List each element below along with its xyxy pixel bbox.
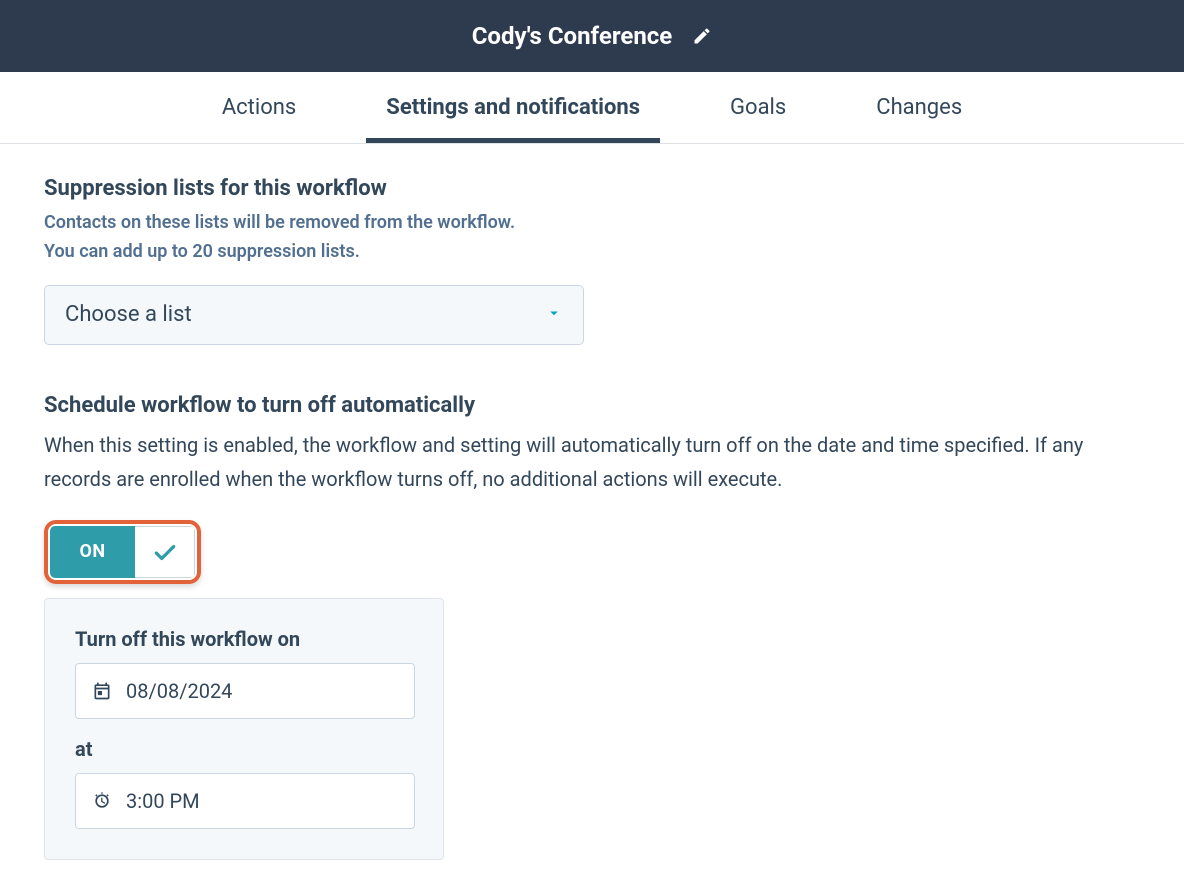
calendar-icon <box>92 681 112 701</box>
tab-goals[interactable]: Goals <box>730 73 786 142</box>
toggle-on-label: ON <box>50 526 135 578</box>
schedule-section: Schedule workflow to turn off automatica… <box>44 393 1140 860</box>
toggle-knob <box>135 526 195 578</box>
turn-off-date-value: 08/08/2024 <box>126 679 232 703</box>
turn-off-time-input[interactable]: 3:00 PM <box>75 773 415 829</box>
schedule-panel: Turn off this workflow on 08/08/2024 at … <box>44 598 444 860</box>
schedule-toggle[interactable]: ON <box>50 526 195 578</box>
turn-off-time-label: at <box>75 737 413 761</box>
turn-off-date-label: Turn off this workflow on <box>75 627 413 651</box>
clock-icon <box>92 791 112 811</box>
dropdown-label: Choose a list <box>65 302 192 327</box>
caret-down-icon <box>545 304 563 326</box>
turn-off-date-input[interactable]: 08/08/2024 <box>75 663 415 719</box>
tabs-bar: Actions Settings and notifications Goals… <box>0 72 1184 144</box>
tab-changes[interactable]: Changes <box>876 73 962 142</box>
suppression-title: Suppression lists for this workflow <box>44 176 1140 201</box>
turn-off-time-value: 3:00 PM <box>126 789 200 813</box>
page-title: Cody's Conference <box>472 22 673 50</box>
header-bar: Cody's Conference <box>0 0 1184 72</box>
tab-settings-and-notifications[interactable]: Settings and notifications <box>386 73 640 142</box>
schedule-title: Schedule workflow to turn off automatica… <box>44 393 1140 418</box>
pencil-icon <box>692 26 712 46</box>
suppression-desc-2: You can add up to 20 suppression lists. <box>44 238 1140 267</box>
toggle-highlight: ON <box>44 520 201 584</box>
schedule-desc: When this setting is enabled, the workfl… <box>44 428 1140 496</box>
suppression-desc-1: Contacts on these lists will be removed … <box>44 209 1140 238</box>
suppression-section: Suppression lists for this workflow Cont… <box>44 176 1140 345</box>
suppression-list-dropdown[interactable]: Choose a list <box>44 285 584 345</box>
edit-title-button[interactable] <box>692 26 712 46</box>
tab-actions[interactable]: Actions <box>222 73 296 142</box>
main-content: Suppression lists for this workflow Cont… <box>0 144 1184 892</box>
check-icon <box>152 539 178 565</box>
